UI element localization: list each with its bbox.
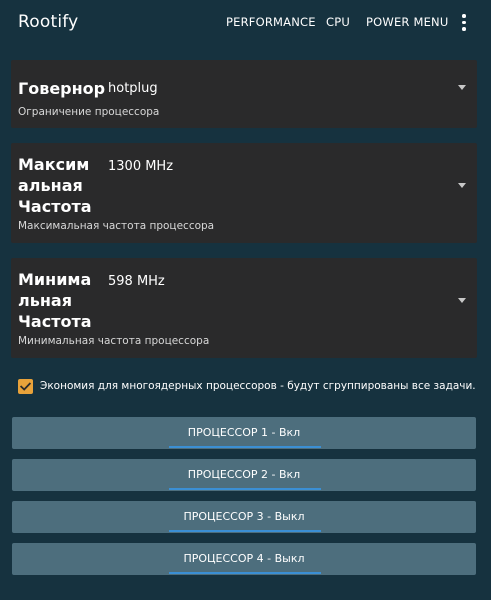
check-icon — [19, 382, 32, 391]
tab-performance[interactable]: PERFORMANCE — [226, 15, 316, 29]
tab-power-menu[interactable]: POWER MENU — [366, 15, 448, 29]
button-underline — [169, 446, 321, 448]
max-frequency-dropdown[interactable]: Максимальная Частота 1300 MHz Максимальн… — [11, 143, 477, 243]
governor-title: Говернор — [18, 79, 106, 98]
max-frequency-title: Максимальная Частота — [18, 155, 92, 216]
multicore-checkbox[interactable] — [18, 379, 33, 394]
app-toolbar: Rootify PERFORMANCE CPU POWER MENU — [0, 0, 491, 46]
min-frequency-subtitle: Минимальная частота процессора — [18, 335, 210, 347]
more-vert-icon[interactable] — [458, 14, 470, 34]
cpu-3-toggle-button[interactable]: ПРОЦЕССОР 3 - Выкл — [12, 501, 476, 533]
min-frequency-title: Минимальная Частота — [18, 270, 92, 331]
min-frequency-value: 598 MHz — [108, 274, 165, 289]
cpu-1-toggle-button[interactable]: ПРОЦЕССОР 1 - Вкл — [12, 417, 476, 449]
tab-cpu[interactable]: CPU — [326, 15, 350, 29]
button-underline — [169, 488, 321, 490]
button-underline — [169, 530, 321, 532]
dropdown-arrow-icon — [458, 298, 466, 303]
min-frequency-dropdown[interactable]: Минимальная Частота 598 MHz Минимальная … — [11, 258, 477, 358]
governor-subtitle: Ограничение процессора — [18, 106, 160, 118]
max-frequency-value: 1300 MHz — [108, 159, 174, 174]
multicore-label: Экономия для многоядерных процессоров - … — [40, 380, 476, 392]
governor-dropdown[interactable]: Говернор hotplug Ограничение процессора — [11, 60, 477, 128]
cpu-2-label: ПРОЦЕССОР 2 - Вкл — [187, 468, 301, 481]
cpu-1-label: ПРОЦЕССОР 1 - Вкл — [187, 426, 301, 439]
dropdown-arrow-icon — [458, 183, 466, 188]
button-underline — [169, 572, 321, 574]
cpu-4-toggle-button[interactable]: ПРОЦЕССОР 4 - Выкл — [12, 543, 476, 575]
dropdown-arrow-icon — [458, 85, 466, 90]
cpu-2-toggle-button[interactable]: ПРОЦЕССОР 2 - Вкл — [12, 459, 476, 491]
cpu-4-label: ПРОЦЕССОР 4 - Выкл — [183, 552, 305, 565]
max-frequency-subtitle: Максимальная частота процессора — [18, 220, 215, 232]
governor-value: hotplug — [108, 81, 158, 96]
app-title: Rootify — [18, 12, 79, 32]
cpu-3-label: ПРОЦЕССОР 3 - Выкл — [183, 510, 305, 523]
